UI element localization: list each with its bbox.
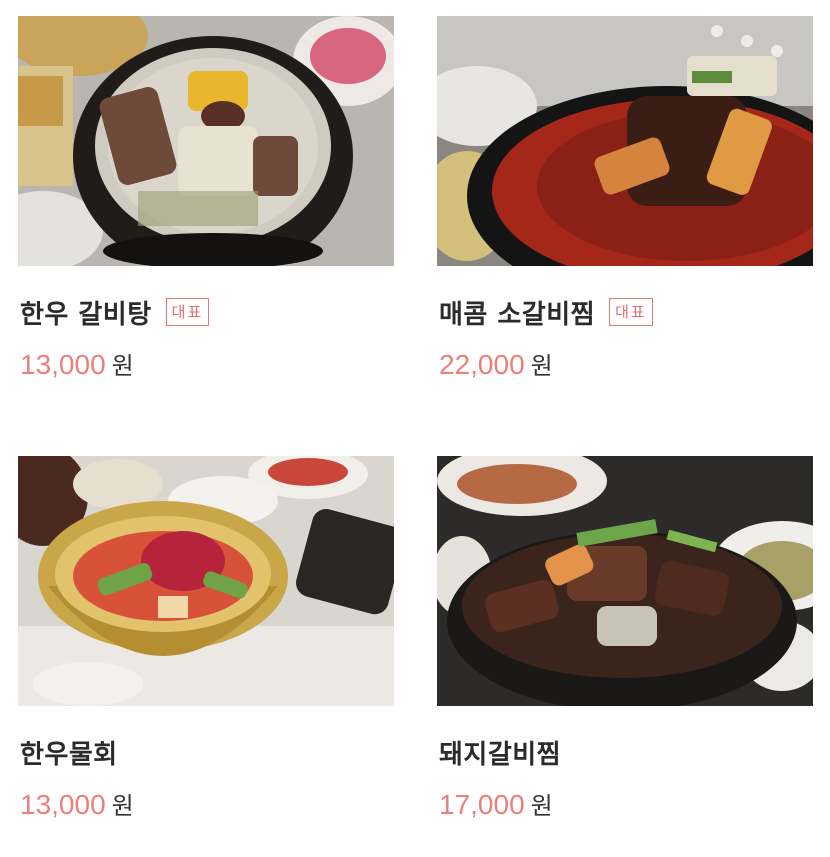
currency-unit: 원 <box>111 792 134 820</box>
currency-unit: 원 <box>530 792 553 820</box>
currency-unit: 원 <box>530 352 553 380</box>
menu-item-price: 22,000 <box>439 349 525 380</box>
menu-grid: 한우 갈비탕 대표 13,000 원 매콤 소갈비찜 대표 22,000 원 한… <box>0 0 830 857</box>
beef-short-rib-soup-image[interactable] <box>18 16 394 266</box>
beef-cold-noodle-bowl-image[interactable] <box>18 456 394 706</box>
menu-item-name: 매콤 소갈비찜 <box>439 299 596 330</box>
signature-badge: 대표 <box>165 298 210 326</box>
menu-card-beef-short-rib-soup[interactable]: 한우 갈비탕 대표 13,000 원 <box>18 16 394 380</box>
menu-name-row: 돼지갈비찜 <box>439 734 561 770</box>
braised-pork-ribs-image[interactable] <box>437 456 813 706</box>
menu-name-row: 한우 갈비탕 대표 <box>20 294 210 330</box>
menu-card-spicy-braised-beef-ribs[interactable]: 매콤 소갈비찜 대표 22,000 원 <box>437 16 813 380</box>
menu-card-braised-pork-ribs[interactable]: 돼지갈비찜 17,000 원 <box>437 456 813 820</box>
menu-item-name: 한우물회 <box>20 739 118 770</box>
menu-item-price: 13,000 <box>20 349 106 380</box>
currency-unit: 원 <box>111 352 134 380</box>
spicy-braised-beef-ribs-image[interactable] <box>437 16 813 266</box>
menu-item-name: 한우 갈비탕 <box>20 299 152 330</box>
menu-item-price: 17,000 <box>439 789 525 820</box>
menu-name-row: 매콤 소갈비찜 대표 <box>439 294 653 330</box>
menu-price-row: 13,000 원 <box>20 786 134 822</box>
menu-item-name: 돼지갈비찜 <box>439 739 562 770</box>
menu-price-row: 17,000 원 <box>439 786 553 822</box>
menu-price-row: 22,000 원 <box>439 346 553 382</box>
menu-price-row: 13,000 원 <box>20 346 134 382</box>
menu-card-beef-cold-noodle[interactable]: 한우물회 13,000 원 <box>18 456 394 820</box>
signature-badge: 대표 <box>609 298 653 326</box>
menu-name-row: 한우물회 <box>20 734 118 770</box>
menu-item-price: 13,000 <box>20 789 106 820</box>
